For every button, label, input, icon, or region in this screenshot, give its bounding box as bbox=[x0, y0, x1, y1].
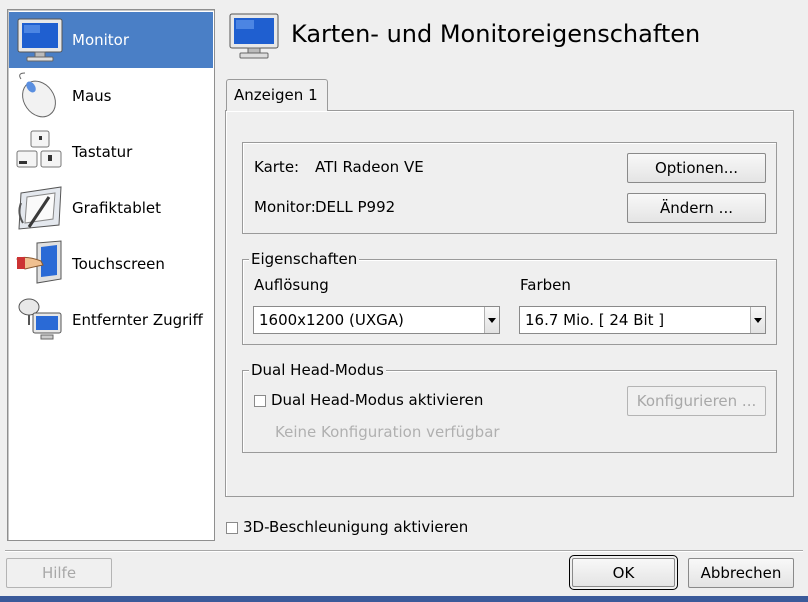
options-button[interactable]: Optionen... bbox=[627, 153, 766, 183]
footer-separator bbox=[5, 550, 803, 552]
sidebar-item-monitor[interactable]: Monitor bbox=[9, 12, 213, 68]
ok-button[interactable]: OK bbox=[569, 555, 678, 590]
sidebar-item-label: Monitor bbox=[72, 31, 130, 49]
sidebar-item-grafiktablet[interactable]: Grafiktablet bbox=[9, 180, 213, 236]
resolution-label: Auflösung bbox=[254, 276, 329, 294]
cancel-button[interactable]: Abbrechen bbox=[688, 558, 794, 588]
mouse-icon bbox=[19, 72, 56, 118]
sidebar-item-entfernter-zugriff[interactable]: Entfernter Zugriff bbox=[9, 292, 213, 348]
tablet-icon bbox=[18, 186, 62, 230]
sidebar-item-label: Entfernter Zugriff bbox=[72, 311, 203, 329]
resolution-select-value: 1600x1200 (UXGA) bbox=[259, 311, 404, 329]
monitor-icon bbox=[17, 18, 63, 62]
resolution-select[interactable]: 1600x1200 (UXGA) bbox=[253, 306, 500, 334]
card-label: Karte: bbox=[254, 158, 300, 176]
properties-legend: Eigenschaften bbox=[249, 250, 360, 268]
sidebar-item-maus[interactable]: Maus bbox=[9, 68, 213, 124]
tab-anzeigen-1[interactable]: Anzeigen 1 bbox=[226, 79, 328, 111]
change-monitor-button[interactable]: Ändern ... bbox=[627, 193, 766, 223]
category-list: Monitor Maus Tastatur Grafiktablet Touch… bbox=[7, 9, 215, 541]
dualhead-checkbox-label[interactable]: Dual Head-Modus aktivieren bbox=[271, 391, 483, 409]
configure-button[interactable]: Konfigurieren ... bbox=[627, 386, 766, 416]
dualhead-legend: Dual Head-Modus bbox=[249, 361, 386, 379]
accel-checkbox[interactable] bbox=[226, 522, 238, 534]
sidebar-item-label: Touchscreen bbox=[72, 255, 165, 273]
chevron-down-icon[interactable] bbox=[750, 307, 765, 333]
colors-select[interactable]: 16.7 Mio. [ 24 Bit ] bbox=[519, 306, 766, 334]
window-frame bbox=[0, 596, 808, 602]
accel-checkbox-label[interactable]: 3D-Beschleunigung aktivieren bbox=[243, 518, 468, 536]
keyboard-icon bbox=[16, 130, 62, 168]
monitor-label: Monitor: bbox=[254, 198, 316, 216]
sidebar-item-label: Maus bbox=[72, 87, 112, 105]
sidebar-item-touchscreen[interactable]: Touchscreen bbox=[9, 236, 213, 292]
monitor-icon bbox=[229, 13, 279, 59]
colors-select-value: 16.7 Mio. [ 24 Bit ] bbox=[525, 311, 665, 329]
remote-access-icon bbox=[18, 298, 62, 340]
card-value: ATI Radeon VE bbox=[315, 158, 424, 176]
page-title: Karten- und Monitoreigenschaften bbox=[291, 20, 701, 48]
help-button[interactable]: Hilfe bbox=[6, 558, 112, 588]
sidebar-item-tastatur[interactable]: Tastatur bbox=[9, 124, 213, 180]
monitor-value: DELL P992 bbox=[315, 198, 396, 216]
dualhead-checkbox[interactable] bbox=[254, 395, 266, 407]
sidebar-item-label: Tastatur bbox=[72, 143, 133, 161]
sidebar-item-label: Grafiktablet bbox=[72, 199, 161, 217]
touchscreen-icon bbox=[16, 240, 62, 284]
chevron-down-icon[interactable] bbox=[484, 307, 499, 333]
colors-label: Farben bbox=[520, 276, 571, 294]
dualhead-note: Keine Konfiguration verfügbar bbox=[275, 423, 500, 441]
